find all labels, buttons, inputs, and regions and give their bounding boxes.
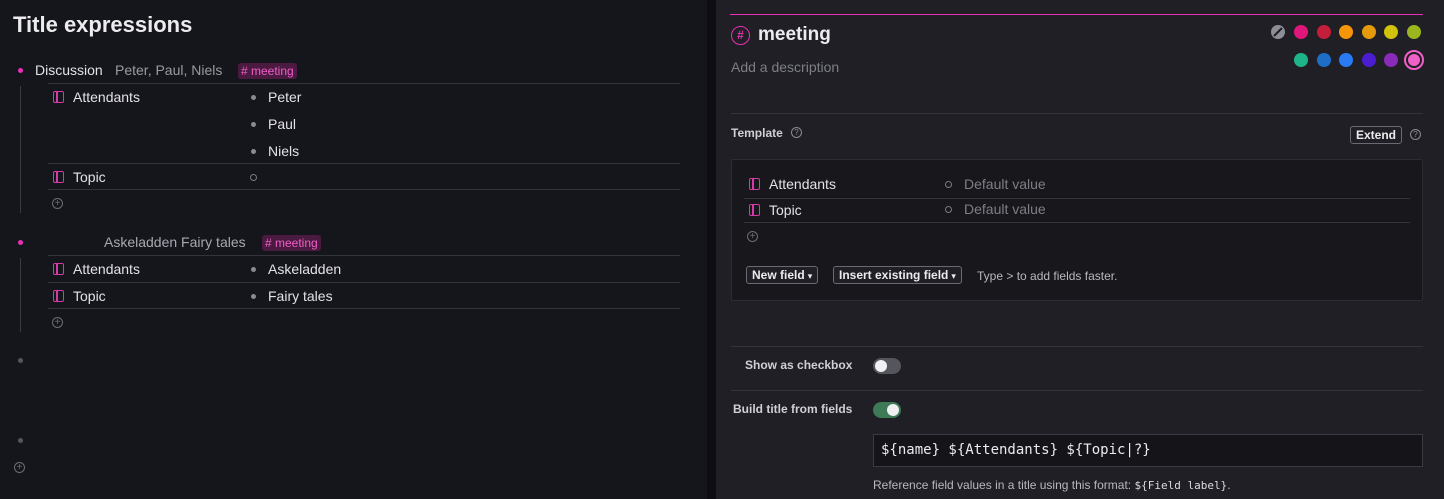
build-title-label: Build title from fields [733,402,853,416]
meeting-tag[interactable]: # meeting [238,63,297,79]
title-expression-input[interactable]: ${name} ${Attendants} ${Topic|?} [873,434,1423,467]
field-icon [749,204,760,216]
field-divider [48,83,680,84]
accent-line [730,14,1423,15]
template-editor: Attendants Default value Topic Default v… [731,159,1423,301]
color-swatch[interactable] [1294,53,1308,67]
color-swatch[interactable] [1361,53,1376,67]
color-swatch[interactable] [1384,25,1399,39]
field-icon [749,178,760,190]
new-field-label: New field [752,268,805,282]
chevron-down-icon: ▾ [807,271,813,281]
help-text-code: ${Field label} [1134,479,1228,492]
empty-value-icon[interactable] [250,174,257,181]
empty-node-bullet[interactable] [18,358,23,363]
field-icon [53,91,64,103]
value-niels[interactable]: Niels [268,143,299,159]
help-text-prefix: Reference field values in a title using … [873,478,1135,492]
node-discussion-name[interactable]: Discussion [35,62,103,78]
field-label-attendants[interactable]: Attendants [73,261,140,277]
color-swatch[interactable] [1316,53,1331,67]
selected-color-swatch[interactable] [1404,50,1424,70]
field-divider [48,308,680,309]
value-paul[interactable]: Paul [268,116,296,132]
insert-existing-label: Insert existing field [839,268,949,282]
empty-node-bullet[interactable] [18,438,23,443]
section-divider [731,390,1423,391]
empty-value-icon [945,206,952,213]
toggle-knob [887,404,899,416]
panel-splitter[interactable] [707,0,716,499]
field-divider [48,163,680,164]
no-color-icon[interactable] [1271,25,1285,39]
field-divider [48,255,680,256]
value-bullet [251,267,256,272]
description-input[interactable]: Add a description [731,59,839,75]
hash-icon: # [731,26,750,45]
color-swatch[interactable] [1294,25,1308,39]
node-guide-line [20,86,21,213]
field-icon [53,263,64,275]
color-swatch[interactable] [1339,25,1354,39]
chevron-down-icon: ▾ [951,271,956,281]
extend-button[interactable]: Extend [1350,126,1403,144]
value-bullet [251,95,256,100]
meeting-tag[interactable]: # meeting [262,235,321,251]
section-divider [731,113,1423,114]
field-divider [744,222,1410,223]
color-swatch[interactable] [1316,25,1331,39]
add-field-icon[interactable]: + [52,198,63,209]
toggle-knob [875,360,887,372]
default-value-input[interactable]: Default value [964,201,1046,217]
title-expression-help: Reference field values in a title using … [873,478,1231,492]
field-divider [744,198,1410,199]
color-swatch[interactable] [1407,25,1421,39]
node-bullet[interactable] [18,68,23,73]
new-field-button[interactable]: New field ▾ [746,266,819,284]
color-swatch[interactable] [1384,53,1399,67]
node-bullet[interactable] [18,240,23,245]
add-field-icon[interactable]: + [52,317,63,328]
insert-existing-field-button[interactable]: Insert existing field ▾ [833,266,962,284]
value-askeladden[interactable]: Askeladden [268,261,341,277]
field-label-attendants[interactable]: Attendants [73,89,140,105]
field-icon [53,171,64,183]
help-icon[interactable]: ? [791,127,802,138]
show-as-checkbox-label: Show as checkbox [745,358,853,372]
field-divider [48,189,680,190]
value-bullet [251,122,256,127]
value-peter[interactable]: Peter [268,89,301,105]
node-guide-line [20,258,21,332]
field-label-topic[interactable]: Topic [73,169,106,185]
node-computed-title[interactable]: Askeladden Fairy tales [104,234,246,250]
template-hint: Type > to add fields faster. [977,269,1118,283]
default-value-input[interactable]: Default value [964,176,1046,192]
help-text-suffix: . [1227,478,1231,492]
build-title-toggle[interactable] [873,402,901,418]
field-label-topic[interactable]: Topic [73,288,106,304]
template-field-topic[interactable]: Topic [769,202,802,218]
add-field-icon[interactable]: + [747,231,758,242]
node-outline-panel: Title expressions Discussion Peter, Paul… [0,0,707,499]
template-field-attendants[interactable]: Attendants [769,176,836,192]
color-swatch[interactable] [1361,25,1376,39]
value-fairy-tales[interactable]: Fairy tales [268,288,333,304]
node-title-suffix: Peter, Paul, Niels [115,62,223,78]
add-node-icon[interactable]: + [14,462,25,473]
page-title: Title expressions [13,12,193,37]
tag-name[interactable]: meeting [758,24,831,46]
empty-value-icon [945,181,952,188]
field-icon [53,290,64,302]
value-bullet [251,294,256,299]
color-swatch[interactable] [1339,53,1354,67]
template-label: Template [731,126,783,140]
value-bullet [251,149,256,154]
field-divider [48,282,680,283]
show-as-checkbox-toggle[interactable] [873,358,901,374]
section-divider [731,346,1423,347]
tag-config-panel: # meeting Add a description Template ? E… [716,0,1444,499]
help-icon[interactable]: ? [1410,129,1421,140]
